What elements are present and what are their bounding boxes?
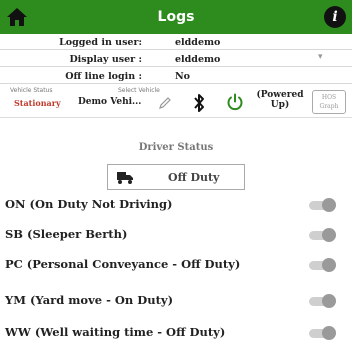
toggle-switch[interactable]: [309, 228, 336, 242]
hos-graph-line1: HOS: [321, 94, 337, 101]
option-label: WW (Well waiting time - Off Duty): [5, 325, 226, 339]
toggle-switch[interactable]: [309, 198, 336, 212]
display-user-row[interactable]: Display user : elddemo ▾: [0, 51, 352, 67]
option-label: YM (Yard move - On Duty): [5, 293, 174, 307]
option-label: PC (Personal Conveyance - Off Duty): [5, 257, 241, 271]
home-icon[interactable]: [6, 7, 28, 27]
toggle-switch[interactable]: [309, 258, 336, 272]
driver-status-title: Driver Status: [138, 142, 214, 153]
vehicle-status-value: Stationary: [14, 98, 61, 108]
hos-graph-line2: Graph: [319, 103, 339, 110]
toggle-switch[interactable]: [309, 326, 336, 340]
page-title: Logs: [157, 9, 195, 25]
chevron-down-icon[interactable]: ▾: [318, 52, 323, 62]
logged-in-row: Logged in user: elddemo: [0, 34, 352, 50]
logged-in-label: Logged in user:: [59, 37, 142, 48]
option-personal-conveyance[interactable]: PC (Personal Conveyance - Off Duty): [0, 253, 352, 277]
app-header: Logs i: [0, 0, 352, 34]
truck-icon: [117, 172, 133, 184]
option-yard-move[interactable]: YM (Yard move - On Duty): [0, 289, 352, 313]
logged-in-value: elddemo: [175, 37, 221, 48]
current-duty-status[interactable]: Off Duty: [107, 164, 245, 190]
option-sleeper-berth[interactable]: SB (Sleeper Berth): [0, 223, 352, 247]
power-status-line1: (Powered: [256, 90, 304, 100]
current-duty-value: Off Duty: [168, 170, 220, 184]
option-on-duty[interactable]: ON (On Duty Not Driving): [0, 193, 352, 217]
select-vehicle-value[interactable]: Demo Vehi...: [78, 97, 141, 107]
option-label: SB (Sleeper Berth): [5, 227, 128, 241]
display-user-value[interactable]: elddemo: [175, 54, 220, 65]
offline-login-label: Off line login :: [65, 71, 142, 82]
toggle-switch[interactable]: [309, 294, 336, 308]
select-vehicle-label: Select Vehicle: [118, 87, 160, 94]
vehicle-status-label: Vehicle Status: [10, 87, 53, 94]
option-well-waiting[interactable]: WW (Well waiting time - Off Duty): [0, 321, 352, 345]
info-icon[interactable]: i: [324, 6, 346, 28]
hos-graph-button[interactable]: HOS Graph: [312, 90, 346, 114]
option-label: ON (On Duty Not Driving): [5, 197, 173, 211]
power-status: (Powered Up): [254, 90, 306, 110]
pencil-icon[interactable]: [158, 96, 172, 110]
power-icon[interactable]: [226, 93, 244, 111]
offline-login-value: No: [175, 71, 191, 82]
power-status-line2: Up): [270, 100, 290, 110]
info-glyph: i: [332, 9, 338, 25]
offline-login-row: Off line login : No: [0, 68, 352, 84]
bluetooth-icon[interactable]: [192, 92, 206, 114]
display-user-label: Display user :: [69, 54, 142, 65]
vehicle-row: Vehicle Status Stationary Select Vehicle…: [0, 84, 352, 118]
